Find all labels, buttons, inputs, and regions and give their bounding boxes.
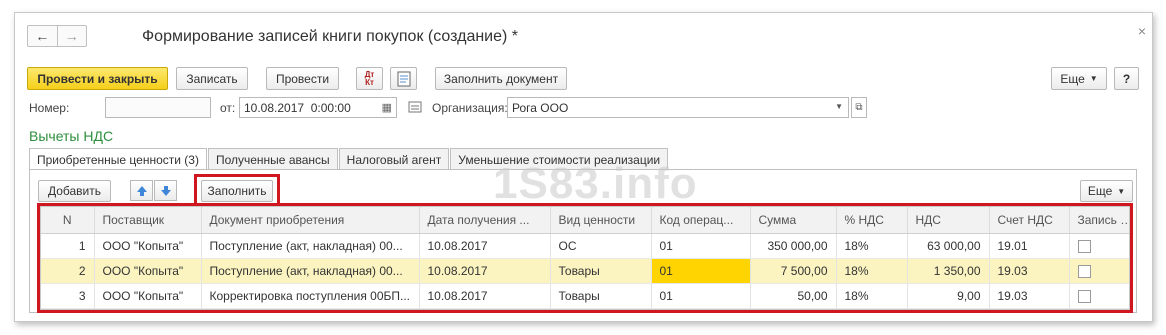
- watermark: 1S83.info: [493, 159, 698, 208]
- back-arrow-icon[interactable]: ←: [28, 26, 57, 46]
- close-icon[interactable]: ×: [1138, 23, 1146, 39]
- window-title: Формирование записей книги покупок (созд…: [142, 28, 519, 45]
- help-button[interactable]: ?: [1114, 67, 1139, 90]
- forward-arrow-icon[interactable]: →: [56, 26, 87, 46]
- calendar-icon[interactable]: ▦: [382, 101, 392, 114]
- dropdown-arrow-icon: ▼: [1117, 186, 1126, 196]
- report-icon[interactable]: [390, 67, 417, 90]
- add-button[interactable]: Добавить: [38, 180, 111, 202]
- table-more-label: Еще: [1087, 184, 1113, 198]
- fill-button-highlight: [194, 174, 280, 206]
- table-highlight: [37, 203, 1133, 313]
- more-label: Еще: [1060, 71, 1085, 86]
- calculator-icon[interactable]: [408, 100, 422, 114]
- fill-document-button[interactable]: Заполнить документ: [435, 67, 567, 90]
- dropdown-arrow-icon: ▼: [1089, 74, 1098, 83]
- date-value: 10.08.2017 0:00:00: [244, 100, 351, 115]
- move-up-icon[interactable]: [130, 180, 153, 201]
- dtkt-label: Дт Кт: [364, 69, 375, 87]
- document-window: ← → Формирование записей книги покупок (…: [14, 12, 1153, 322]
- organization-field[interactable]: Рога ООО ▼: [507, 97, 849, 118]
- table-more-button[interactable]: Еще ▼: [1080, 180, 1133, 202]
- document-icon: [397, 71, 410, 86]
- dropdown-arrow-icon[interactable]: ▼: [835, 102, 843, 111]
- more-button[interactable]: Еще ▼: [1051, 67, 1107, 90]
- tab-received-advances[interactable]: Полученные авансы: [207, 148, 338, 170]
- save-button[interactable]: Записать: [176, 67, 248, 90]
- date-field[interactable]: 10.08.2017 0:00:00 ▦: [239, 97, 397, 118]
- tab-tax-agent[interactable]: Налоговый агент: [338, 148, 450, 170]
- nav-buttons: ← →: [27, 25, 87, 47]
- section-title: Вычеты НДС: [29, 128, 114, 144]
- dtkt-icon[interactable]: Дт Кт: [356, 67, 383, 90]
- number-label: Номер:: [29, 101, 70, 115]
- date-from-label: от:: [220, 101, 236, 115]
- number-field[interactable]: [105, 97, 211, 118]
- post-button[interactable]: Провести: [266, 67, 339, 90]
- move-down-icon[interactable]: [154, 180, 177, 201]
- open-link-icon[interactable]: ⧉: [851, 97, 867, 118]
- tab-acquired-values[interactable]: Приобретенные ценности (3): [29, 148, 207, 171]
- post-and-close-button[interactable]: Провести и закрыть: [27, 67, 168, 90]
- organization-label: Организация:: [432, 101, 508, 115]
- organization-value: Рога ООО: [512, 100, 569, 115]
